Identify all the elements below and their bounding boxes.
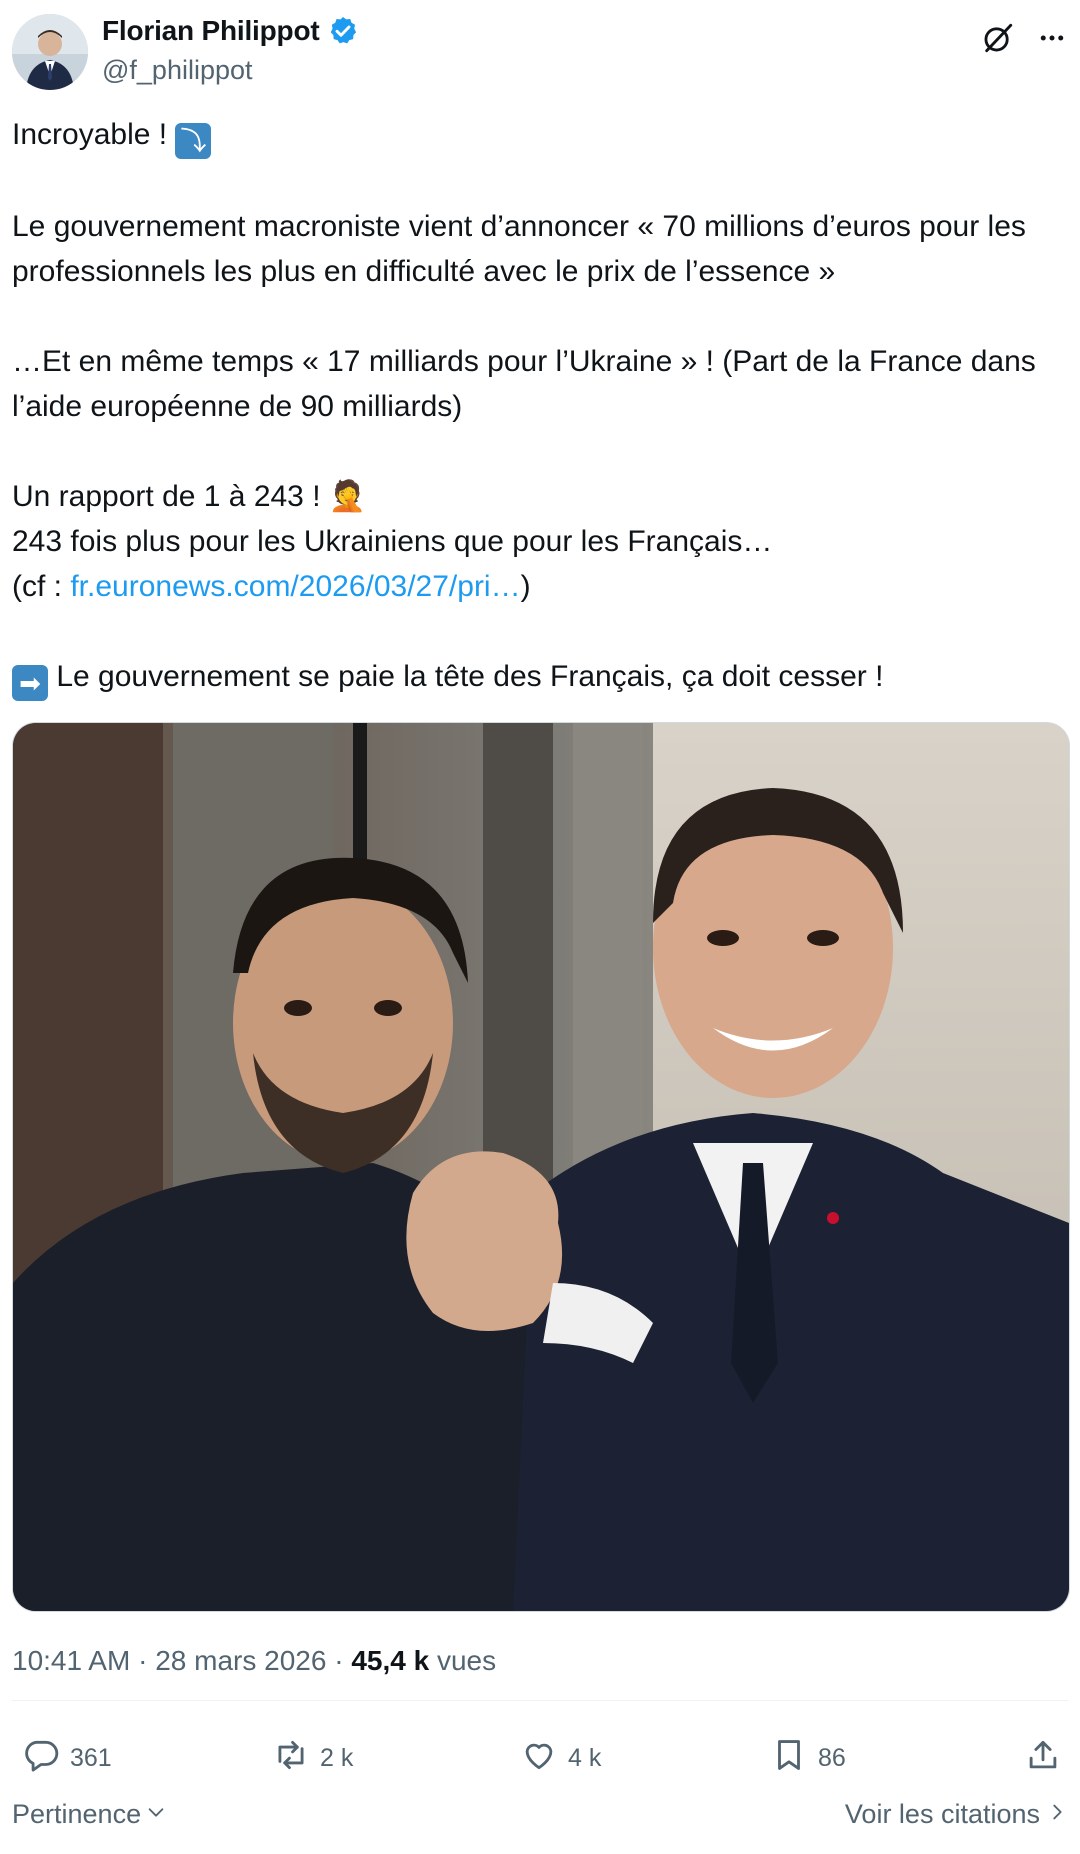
tweet-line: ➡ Le gouvernement se paie la tête des Fr…	[12, 654, 1072, 701]
views-label: vues	[436, 1645, 497, 1676]
sort-label: Pertinence	[12, 1799, 142, 1829]
tweet-paragraph: Le gouvernement macroniste vient d’annon…	[12, 210, 1026, 288]
action-bar: 361 2 k 4 k 86	[12, 1733, 1068, 1783]
chevron-down-icon	[145, 1799, 167, 1830]
author-handle[interactable]: @f_philippot	[102, 55, 253, 86]
view-quotes-link[interactable]: Voir les citations	[845, 1799, 1068, 1830]
views-count: 45,4 k	[351, 1645, 430, 1676]
grok-icon[interactable]	[978, 18, 1018, 58]
tweet-line: 243 fois plus pour les Ukrainiens que po…	[12, 525, 773, 558]
share-icon	[1024, 1736, 1062, 1781]
divider	[12, 1700, 1068, 1701]
avatar-image	[12, 14, 88, 90]
view-quotes-label: Voir les citations	[844, 1799, 1040, 1829]
author-avatar[interactable]	[12, 14, 88, 90]
tweet-line-text: Un rapport de 1 à 243 !	[12, 480, 329, 513]
tweet-line-text: Incroyable !	[12, 118, 176, 151]
bookmark-count: 86	[818, 1743, 846, 1772]
like-count: 4 k	[568, 1743, 602, 1772]
retweet-count: 2 k	[320, 1743, 354, 1772]
author-display-name[interactable]: Florian Philippot	[102, 15, 320, 47]
photo-image	[13, 723, 1069, 1611]
reply-icon	[22, 1736, 60, 1781]
author-name-row[interactable]: Florian Philippot	[102, 15, 359, 47]
article-link[interactable]: fr.euronews.com/2026/03/27/pri…	[70, 570, 520, 603]
chevron-right-icon	[1046, 1799, 1068, 1830]
retweet-icon	[272, 1736, 310, 1781]
bookmark-icon	[770, 1736, 808, 1781]
tweet-line-text: (cf :	[12, 570, 71, 603]
arrow-down-right-emoji-icon: ⤵	[175, 123, 212, 159]
arrow-right-emoji-icon: ➡	[12, 665, 48, 701]
share-button[interactable]	[1024, 1733, 1062, 1783]
tweet-text: Incroyable ! ⤵ Le gouvernement macronist…	[12, 112, 1072, 701]
facepalm-emoji-icon: 🤦	[328, 480, 367, 513]
bookmark-button[interactable]: 86	[770, 1733, 846, 1783]
verified-badge-icon	[327, 15, 359, 47]
meta-separator: ·	[334, 1645, 344, 1676]
tweet-line-text: )	[520, 570, 531, 603]
tweet-line: Un rapport de 1 à 243 ! 🤦	[12, 474, 1072, 519]
reply-button[interactable]: 361	[22, 1733, 112, 1783]
like-icon	[520, 1736, 558, 1781]
sort-dropdown[interactable]: Pertinence	[12, 1799, 167, 1830]
tweet-date[interactable]: 28 mars 2026	[155, 1645, 326, 1676]
like-button[interactable]: 4 k	[520, 1733, 601, 1783]
tweet-line: Incroyable ! ⤵	[12, 112, 1072, 159]
retweet-button[interactable]: 2 k	[272, 1733, 353, 1783]
tweet-line-text: Le gouvernement se paie la tête des Fran…	[48, 660, 884, 693]
tweet-paragraph: …Et en même temps « 17 milliards pour l’…	[12, 345, 1036, 423]
more-icon[interactable]	[1032, 18, 1072, 58]
tweet-photo[interactable]	[12, 722, 1070, 1612]
tweet-line: (cf : fr.euronews.com/2026/03/27/pri…)	[12, 564, 1072, 609]
tweet-time[interactable]: 10:41 AM	[12, 1645, 130, 1676]
reply-count: 361	[70, 1743, 112, 1772]
meta-separator: ·	[138, 1645, 148, 1676]
tweet-meta: 10:41 AM · 28 mars 2026 · 45,4 k vues	[12, 1645, 496, 1677]
